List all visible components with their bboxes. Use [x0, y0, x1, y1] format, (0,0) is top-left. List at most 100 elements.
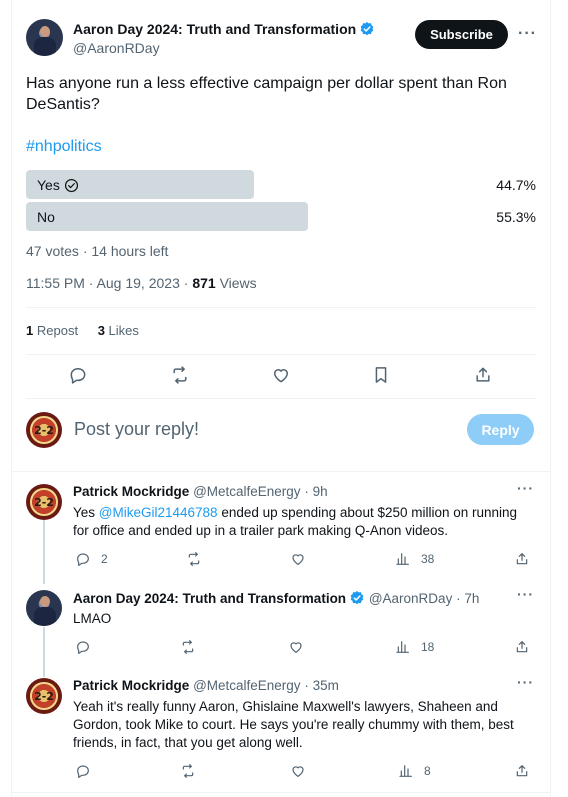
reply-action[interactable]: 2	[75, 551, 108, 567]
author-avatar[interactable]	[26, 19, 63, 56]
analytics-icon[interactable]	[398, 763, 414, 779]
share-icon[interactable]	[472, 364, 494, 386]
reply-actions: 2 38	[73, 551, 535, 571]
share-action[interactable]	[514, 639, 530, 655]
more-options-icon[interactable]: ···	[517, 586, 534, 602]
views-action[interactable]: 8	[398, 763, 431, 779]
repost-action[interactable]	[180, 763, 196, 779]
reply-action[interactable]	[75, 763, 91, 779]
reply-avatar[interactable]: 2-2	[26, 484, 62, 520]
author-handle[interactable]: @AaronRDay	[73, 40, 160, 56]
analytics-icon[interactable]	[395, 551, 411, 567]
hashtag-link[interactable]: #nhpolitics	[26, 138, 102, 156]
reply-actions: 18	[73, 639, 535, 659]
reposts-stat[interactable]: 1 Repost	[26, 323, 78, 338]
reply-tweet[interactable]: 2-2 Patrick Mockridge @MetcalfeEnergy · …	[26, 674, 536, 788]
like-action[interactable]	[290, 551, 306, 567]
repost-icon[interactable]	[180, 639, 196, 655]
reply-author-name[interactable]: Aaron Day 2024: Truth and Transformation	[73, 591, 346, 606]
subscribe-button[interactable]: Subscribe	[415, 20, 508, 49]
reposts-count: 1	[26, 323, 34, 338]
verified-badge-icon	[360, 22, 374, 36]
share-icon[interactable]	[514, 639, 530, 655]
like-action[interactable]	[288, 639, 304, 655]
reply-icon[interactable]	[75, 551, 91, 567]
more-options-icon[interactable]: ···	[518, 25, 537, 43]
like-icon[interactable]	[290, 763, 306, 779]
reply-author-name[interactable]: Patrick Mockridge	[73, 678, 189, 693]
reply-author-handle[interactable]: @MetcalfeEnergy	[193, 484, 301, 499]
bookmark-icon[interactable]	[370, 364, 392, 386]
like-icon[interactable]	[290, 551, 306, 567]
poll-option-label: Yes	[37, 177, 60, 193]
reply-actions: 8	[73, 763, 535, 783]
reply-button[interactable]: Reply	[467, 414, 534, 445]
user-avatar[interactable]: 2-2	[26, 412, 62, 448]
tweet-actions	[26, 364, 536, 388]
reply-composer: 2-2 Post your reply! Reply	[26, 411, 536, 449]
verified-badge-icon	[350, 591, 364, 605]
share-icon[interactable]	[514, 763, 530, 779]
share-action[interactable]	[514, 763, 530, 779]
reposts-label: Repost	[36, 323, 79, 338]
repost-action[interactable]	[180, 639, 196, 655]
reply-text-part: Yes	[73, 505, 99, 520]
poll-meta: 47 votes · 14 hours left	[26, 243, 169, 259]
reply-tweet[interactable]: Aaron Day 2024: Truth and Transformation…	[26, 586, 536, 666]
reply-time[interactable]: · 9h	[304, 484, 327, 499]
more-options-icon[interactable]: ···	[517, 480, 534, 496]
views-label: Views	[219, 275, 257, 291]
timestamp-text[interactable]: 11:55 PM · Aug 19, 2023	[26, 275, 180, 291]
views-action[interactable]: 18	[395, 639, 434, 655]
reply-author-name[interactable]: Patrick Mockridge	[73, 484, 189, 499]
avatar-badge-text: 2-2	[34, 495, 54, 509]
repost-action[interactable]	[186, 551, 202, 567]
reply-avatar[interactable]	[26, 590, 62, 626]
reply-count: 2	[101, 552, 108, 566]
reply-time[interactable]: · 35m	[304, 678, 339, 693]
divider	[11, 471, 551, 472]
reply-time[interactable]: · 7h	[456, 591, 479, 606]
reply-tweet[interactable]: 2-2 Patrick Mockridge @MetcalfeEnergy · …	[26, 480, 536, 580]
repost-icon[interactable]	[180, 763, 196, 779]
more-options-icon[interactable]: ···	[517, 674, 534, 690]
divider	[26, 398, 536, 399]
like-action[interactable]	[290, 763, 306, 779]
reply-author[interactable]: Patrick Mockridge @MetcalfeEnergy · 9h	[73, 484, 328, 499]
reply-input[interactable]: Post your reply!	[74, 419, 199, 440]
share-icon[interactable]	[514, 551, 530, 567]
poll-percent-yes: 44.7%	[496, 177, 536, 193]
repost-icon[interactable]	[186, 551, 202, 567]
poll-option-no: No 55.3%	[26, 202, 536, 231]
divider	[26, 354, 536, 355]
reply-text: Yeah it's really funny Aaron, Ghislaine …	[73, 699, 514, 750]
engagement-stats: 1 Repost 3 Likes	[26, 323, 139, 338]
share-action[interactable]	[514, 551, 530, 567]
poll-time-left: 14 hours left	[91, 243, 169, 259]
likes-stat[interactable]: 3 Likes	[98, 323, 139, 338]
likes-count: 3	[97, 323, 105, 338]
mention-link[interactable]: @MikeGil21446788	[99, 505, 218, 520]
like-icon[interactable]	[288, 639, 304, 655]
views-action[interactable]: 38	[395, 551, 434, 567]
divider	[11, 792, 551, 793]
like-icon[interactable]	[270, 364, 292, 386]
tweet-text: Has anyone run a less effective campaign…	[26, 75, 507, 113]
reply-author-handle[interactable]: @AaronRDay	[369, 591, 453, 606]
reply-author-handle[interactable]: @MetcalfeEnergy	[193, 678, 301, 693]
analytics-icon[interactable]	[395, 639, 411, 655]
reply-avatar[interactable]: 2-2	[26, 678, 62, 714]
poll-label-yes: Yes	[37, 177, 79, 193]
reply-icon[interactable]	[75, 639, 91, 655]
avatar-badge-text: 2-2	[34, 689, 54, 703]
repost-icon[interactable]	[169, 364, 191, 386]
reply-icon[interactable]	[75, 763, 91, 779]
views-count: 38	[421, 552, 435, 566]
reply-icon[interactable]	[67, 364, 89, 386]
likes-label: Likes	[108, 323, 139, 338]
reply-author[interactable]: Aaron Day 2024: Truth and Transformation…	[73, 590, 479, 606]
author-name-text[interactable]: Aaron Day 2024: Truth and Transformation	[73, 21, 356, 37]
reply-author[interactable]: Patrick Mockridge @MetcalfeEnergy · 35m	[73, 678, 339, 693]
author-name[interactable]: Aaron Day 2024: Truth and Transformation	[73, 21, 375, 37]
reply-action[interactable]	[75, 639, 91, 655]
